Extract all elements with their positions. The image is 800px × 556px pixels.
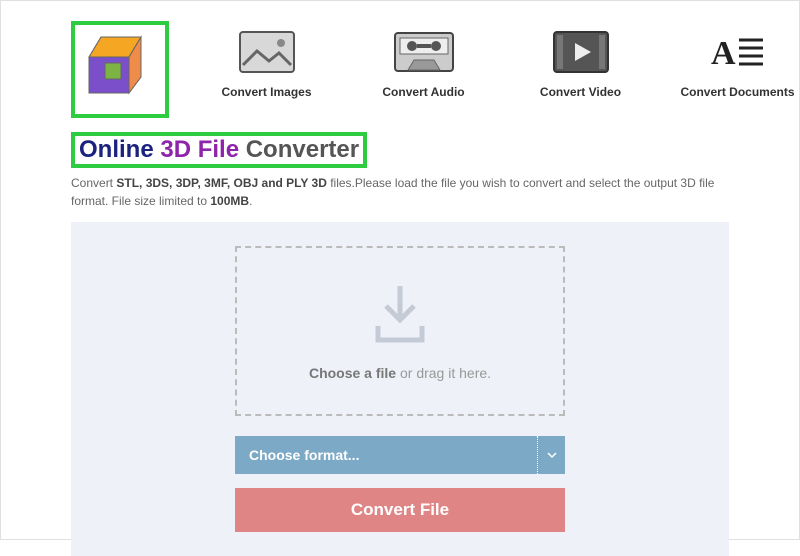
convert-file-button[interactable]: Convert File bbox=[235, 488, 565, 532]
description-text: Convert STL, 3DS, 3DP, 3MF, OBJ and PLY … bbox=[1, 168, 799, 210]
file-dropzone[interactable]: Choose a file or drag it here. bbox=[235, 246, 565, 416]
title-word-converter: Converter bbox=[246, 136, 359, 163]
document-icon: A bbox=[711, 27, 765, 77]
nav-convert-images[interactable]: Convert Images bbox=[204, 27, 329, 99]
chevron-down-icon bbox=[537, 436, 565, 474]
format-select[interactable]: Choose format... bbox=[235, 436, 565, 474]
nav-label: Convert Documents bbox=[680, 85, 794, 99]
nav-label: Convert Images bbox=[221, 85, 311, 99]
convert-button-label: Convert File bbox=[351, 500, 449, 520]
format-select-label: Choose format... bbox=[235, 447, 537, 463]
title-word-online: Online bbox=[79, 136, 154, 163]
image-icon bbox=[239, 27, 295, 77]
nav-label: Convert Video bbox=[540, 85, 621, 99]
nav-label: Convert Audio bbox=[382, 85, 464, 99]
title-word-3dfile: 3D File bbox=[160, 136, 239, 163]
page-title: Online 3D File Converter bbox=[71, 132, 367, 168]
nav-convert-audio[interactable]: Convert Audio bbox=[361, 27, 486, 99]
svg-text:A: A bbox=[711, 35, 736, 72]
upload-panel: Choose a file or drag it here. Choose fo… bbox=[71, 222, 729, 556]
nav-convert-documents[interactable]: A Convert Documents bbox=[675, 27, 800, 99]
nav-convert-video[interactable]: Convert Video bbox=[518, 27, 643, 99]
logo-3d[interactable] bbox=[71, 21, 169, 118]
cassette-icon bbox=[394, 27, 454, 77]
download-arrow-icon bbox=[372, 282, 428, 351]
dropzone-label: Choose a file or drag it here. bbox=[309, 365, 491, 381]
video-icon bbox=[553, 27, 609, 77]
